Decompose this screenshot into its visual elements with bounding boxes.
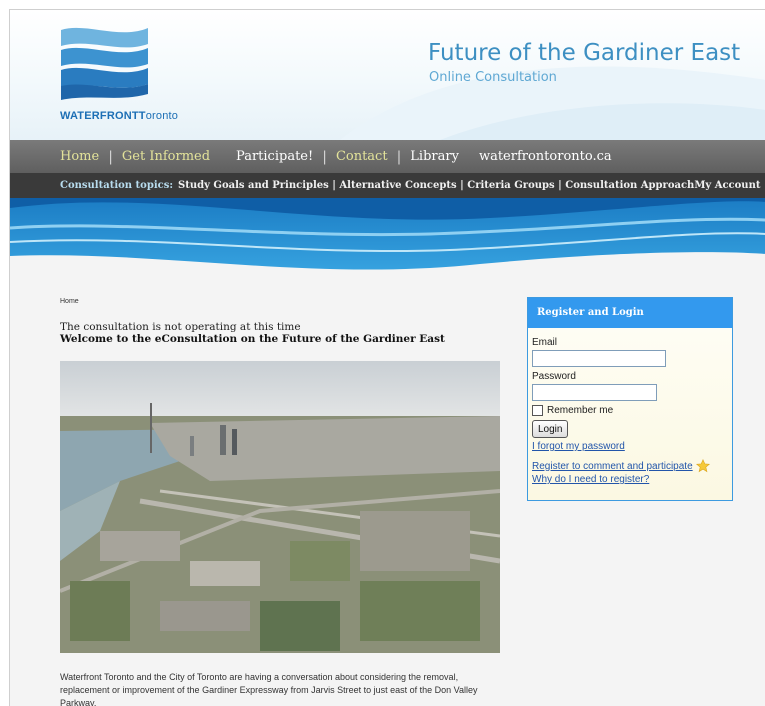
nav-separator: | — [322, 148, 327, 165]
logo-text-light: oronto — [145, 110, 179, 122]
site-title: Future of the Gardiner East — [428, 40, 741, 66]
topic-separator: | — [554, 180, 566, 191]
aerial-city-photo — [60, 361, 500, 653]
topic-consultation-approach[interactable]: Consultation Approach — [565, 180, 694, 191]
topic-separator: | — [328, 180, 340, 191]
consultation-topics-bar: Consultation topics: Study Goals and Pri… — [10, 173, 765, 198]
register-link[interactable]: Register to comment and participate — [532, 460, 693, 473]
nav-contact[interactable]: Contact — [336, 149, 388, 164]
logo-text-bold: WATERFRONT — [60, 110, 139, 122]
nav-library[interactable]: Library — [410, 149, 459, 164]
topic-criteria-groups[interactable]: Criteria Groups — [467, 180, 554, 191]
why-register-link[interactable]: Why do I need to register? — [532, 473, 732, 486]
wave-banner-graphic — [10, 198, 765, 278]
password-field[interactable] — [532, 384, 657, 401]
nav-waterfrontoronto[interactable]: waterfrontoronto.ca — [479, 149, 612, 164]
waterfront-toronto-logo[interactable]: WATERFRONTToronto — [60, 24, 200, 124]
topics-label: Consultation topics: — [60, 180, 174, 191]
register-login-panel: Register and Login Email Password Rememb… — [527, 297, 733, 501]
consultation-notice: The consultation is not operating at thi… — [60, 321, 301, 333]
aerial-photo-illustration — [60, 361, 500, 653]
wave-logo-icon — [61, 27, 148, 100]
email-label: Email — [532, 337, 558, 348]
site-subtitle: Online Consultation — [429, 70, 557, 85]
intro-paragraph: Waterfront Toronto and the City of Toron… — [60, 672, 478, 706]
email-field[interactable] — [532, 350, 666, 367]
topic-alternative-concepts[interactable]: Alternative Concepts — [339, 180, 456, 191]
remember-me-checkbox[interactable] — [532, 405, 543, 416]
login-form: Email Password Remember me Login I forgo… — [528, 328, 732, 486]
main-nav: Home | Get Informed Participate! | Conta… — [10, 140, 765, 173]
nav-get-informed[interactable]: Get Informed — [122, 149, 210, 164]
logo-wordmark: WATERFRONTToronto — [60, 110, 178, 122]
nav-separator: | — [396, 148, 402, 165]
my-account-link[interactable]: My Account — [694, 180, 760, 191]
breadcrumb[interactable]: Home — [60, 298, 79, 305]
forgot-password-link[interactable]: I forgot my password — [532, 440, 732, 453]
nav-separator: | — [108, 148, 113, 165]
login-button[interactable]: Login — [532, 420, 569, 438]
nav-home[interactable]: Home — [60, 149, 99, 164]
page-frame: WATERFRONTToronto Future of the Gardiner… — [9, 9, 765, 706]
topic-separator: | — [456, 180, 468, 191]
star-icon — [695, 459, 710, 473]
password-label: Password — [532, 371, 576, 382]
site-header: WATERFRONTToronto Future of the Gardiner… — [10, 10, 765, 140]
remember-me-row: Remember me — [532, 405, 732, 416]
topic-study-goals[interactable]: Study Goals and Principles — [178, 180, 329, 191]
logo-text-t: T — [138, 110, 146, 122]
remember-me-label: Remember me — [547, 405, 614, 416]
page-title: Welcome to the eConsultation on the Futu… — [60, 333, 445, 345]
nav-participate[interactable]: Participate! — [236, 149, 313, 164]
register-row: Register to comment and participate — [532, 459, 732, 473]
login-panel-heading: Register and Login — [528, 298, 732, 328]
